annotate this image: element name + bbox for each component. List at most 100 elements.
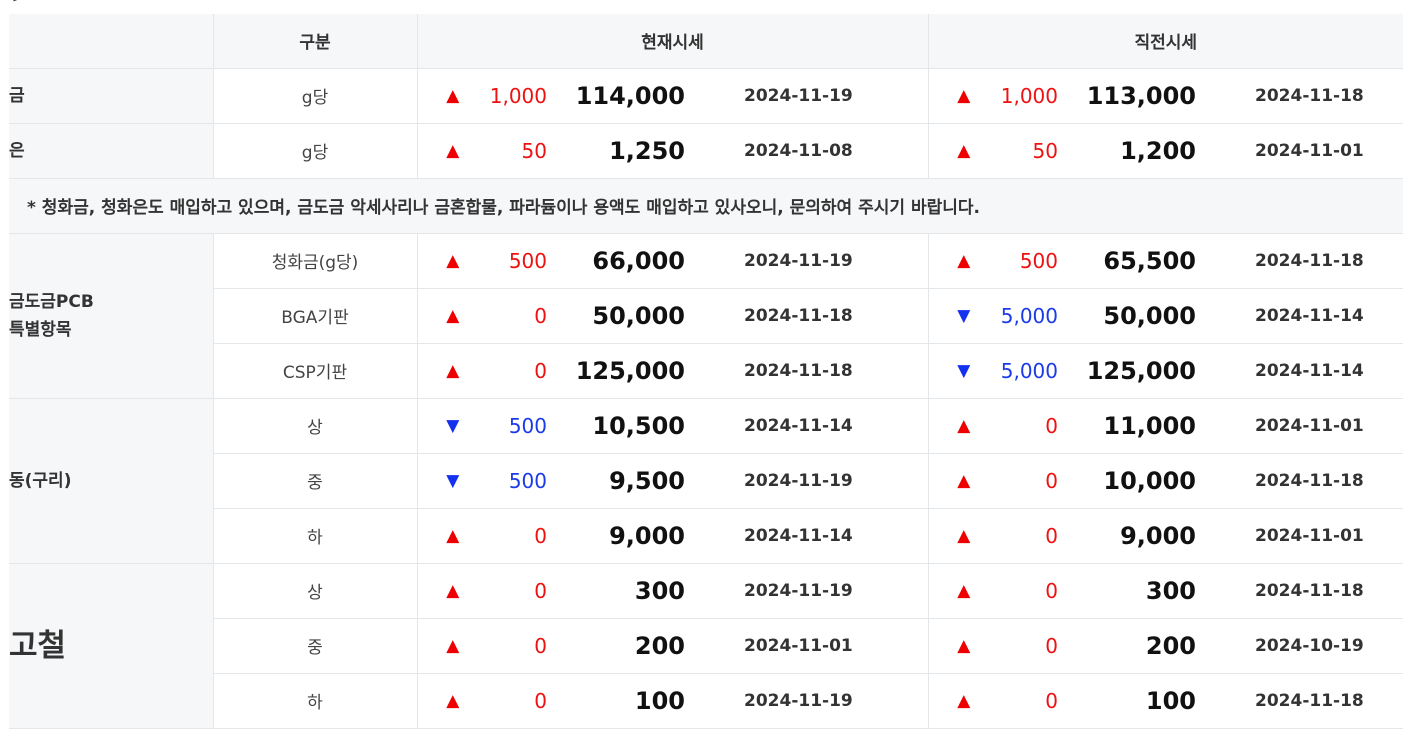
item-grade: g당 bbox=[213, 68, 418, 124]
price-value: 125,000 bbox=[1064, 343, 1199, 399]
up-arrow-icon: ▲ bbox=[417, 68, 474, 124]
category-label: 금 bbox=[9, 68, 214, 124]
price-date: 2024-11-14 bbox=[1199, 343, 1403, 399]
table-row: 고철 상 ▲ 0 300 2024-11-19 ▲ 0 300 2024-11-18 bbox=[9, 563, 1403, 729]
category-label-line: 특별항목 bbox=[9, 319, 72, 340]
price-date: 2024-11-18 bbox=[688, 288, 929, 344]
item-grade: 청화금(g당) bbox=[213, 233, 418, 289]
down-arrow-icon: ▼ bbox=[417, 398, 474, 454]
item-grade: 중 bbox=[213, 453, 418, 509]
price-value: 9,000 bbox=[1064, 508, 1199, 564]
price-value: 125,000 bbox=[553, 343, 688, 399]
price-value: 11,000 bbox=[1064, 398, 1199, 454]
up-arrow-icon: ▲ bbox=[417, 673, 474, 729]
price-change: 500 bbox=[985, 233, 1064, 289]
price-date: 2024-11-14 bbox=[688, 508, 929, 564]
table-row: CSP기판 ▲ 0 125,000 2024-11-18 ▼ 5,000 125,000 202… bbox=[9, 343, 1403, 399]
notice-text: * 청화금, 청화은도 매입하고 있으며, 금도금 악세사리나 금혼합물, 파라… bbox=[9, 178, 1403, 234]
price-value: 66,000 bbox=[553, 233, 688, 289]
notice-row: * 청화금, 청화은도 매입하고 있으며, 금도금 악세사리나 금혼합물, 파라… bbox=[9, 178, 1403, 234]
down-arrow-icon: ▼ bbox=[417, 453, 474, 509]
price-value: 300 bbox=[553, 563, 688, 619]
header-category bbox=[9, 14, 214, 69]
price-date: 2024-11-18 bbox=[1199, 453, 1403, 509]
up-arrow-icon: ▲ bbox=[417, 343, 474, 399]
up-arrow-icon: ▲ bbox=[417, 288, 474, 344]
table-row: BGA기판 ▲ 0 50,000 2024-11-18 ▼ 5,000 50,000 2024-… bbox=[9, 288, 1403, 344]
item-grade: g당 bbox=[213, 123, 418, 179]
up-arrow-icon: ▲ bbox=[928, 618, 985, 674]
category-label-line: 고철 bbox=[9, 627, 67, 664]
category-label-line: 금 bbox=[9, 85, 25, 106]
up-arrow-icon: ▲ bbox=[417, 233, 474, 289]
price-date: 2024-11-19 bbox=[688, 68, 929, 124]
price-value: 9,000 bbox=[553, 508, 688, 564]
price-change: 0 bbox=[985, 453, 1064, 509]
metal-price-table: 구분 현재시세 직전시세 금 g당 ▲ 1,000 114,000 2024-11-19 ▲… bbox=[9, 14, 1403, 729]
price-change: 1,000 bbox=[474, 68, 553, 124]
header-current-price: 현재시세 bbox=[417, 14, 929, 69]
up-arrow-icon: ▲ bbox=[417, 563, 474, 619]
table-row: 하 ▲ 0 100 2024-11-19 ▲ 0 100 2024-11-18 bbox=[9, 673, 1403, 729]
price-value: 300 bbox=[1064, 563, 1199, 619]
item-grade: CSP기판 bbox=[213, 343, 418, 399]
price-change: 0 bbox=[985, 618, 1064, 674]
up-arrow-icon: ▲ bbox=[928, 398, 985, 454]
table-row: 중 ▲ 0 200 2024-11-01 ▲ 0 200 2024-10-19 bbox=[9, 618, 1403, 674]
price-value: 50,000 bbox=[553, 288, 688, 344]
price-value: 100 bbox=[553, 673, 688, 729]
price-value: 113,000 bbox=[1064, 68, 1199, 124]
price-value: 200 bbox=[553, 618, 688, 674]
price-date: 2024-11-19 bbox=[688, 233, 929, 289]
up-arrow-icon: ▲ bbox=[928, 68, 985, 124]
table-row: 금도금PCB 특별항목 청화금(g당) ▲ 500 66,000 2024-11-19 ▲ 50… bbox=[9, 233, 1403, 399]
price-value: 50,000 bbox=[1064, 288, 1199, 344]
item-grade: 상 bbox=[213, 563, 418, 619]
price-change: 50 bbox=[474, 123, 553, 179]
down-arrow-icon: ▼ bbox=[928, 288, 985, 344]
price-value: 9,500 bbox=[553, 453, 688, 509]
up-arrow-icon: ▲ bbox=[928, 673, 985, 729]
table-row: 동(구리) 상 ▼ 500 10,500 2024-11-14 ▲ 0 11,000 2024-1… bbox=[9, 398, 1403, 564]
price-date: 2024-11-18 bbox=[1199, 68, 1403, 124]
price-change: 50 bbox=[985, 123, 1064, 179]
price-date: 2024-11-01 bbox=[1199, 123, 1403, 179]
price-change: 0 bbox=[985, 563, 1064, 619]
price-value: 100 bbox=[1064, 673, 1199, 729]
price-change: 500 bbox=[474, 453, 553, 509]
price-date: 2024-11-19 bbox=[688, 563, 929, 619]
up-arrow-icon: ▲ bbox=[417, 618, 474, 674]
price-value: 114,000 bbox=[553, 68, 688, 124]
price-change: 0 bbox=[474, 673, 553, 729]
item-grade: 하 bbox=[213, 508, 418, 564]
item-grade: 하 bbox=[213, 673, 418, 729]
price-value: 10,500 bbox=[553, 398, 688, 454]
up-arrow-icon: ▲ bbox=[928, 563, 985, 619]
price-value: 1,200 bbox=[1064, 123, 1199, 179]
item-grade: 상 bbox=[213, 398, 418, 454]
price-change: 0 bbox=[474, 343, 553, 399]
table-row: 은 g당 ▲ 50 1,250 2024-11-08 ▲ 50 1,200 2024-11-01 bbox=[9, 123, 1403, 179]
category-label: 금도금PCB 특별항목 bbox=[9, 233, 214, 399]
price-value: 65,500 bbox=[1064, 233, 1199, 289]
price-date: 2024-11-01 bbox=[688, 618, 929, 674]
up-arrow-icon: ▲ bbox=[928, 508, 985, 564]
price-date: 2024-11-14 bbox=[1199, 288, 1403, 344]
price-date: 2024-11-01 bbox=[1199, 398, 1403, 454]
category-label: 동(구리) bbox=[9, 398, 214, 564]
price-change: 500 bbox=[474, 233, 553, 289]
category-label: 은 bbox=[9, 123, 214, 179]
category-label-line: 동(구리) bbox=[9, 470, 72, 491]
price-date: 2024-11-18 bbox=[1199, 563, 1403, 619]
header-previous-price: 직전시세 bbox=[928, 14, 1403, 69]
up-arrow-icon: ▲ bbox=[928, 233, 985, 289]
price-date: 2024-11-18 bbox=[1199, 233, 1403, 289]
category-label: 고철 bbox=[9, 563, 214, 729]
header-type: 구분 bbox=[213, 14, 418, 69]
price-date: 2024-11-01 bbox=[1199, 508, 1403, 564]
price-change: 1,000 bbox=[985, 68, 1064, 124]
price-value: 10,000 bbox=[1064, 453, 1199, 509]
price-date: 2024-11-08 bbox=[688, 123, 929, 179]
price-change: 0 bbox=[474, 618, 553, 674]
price-change: 0 bbox=[985, 673, 1064, 729]
